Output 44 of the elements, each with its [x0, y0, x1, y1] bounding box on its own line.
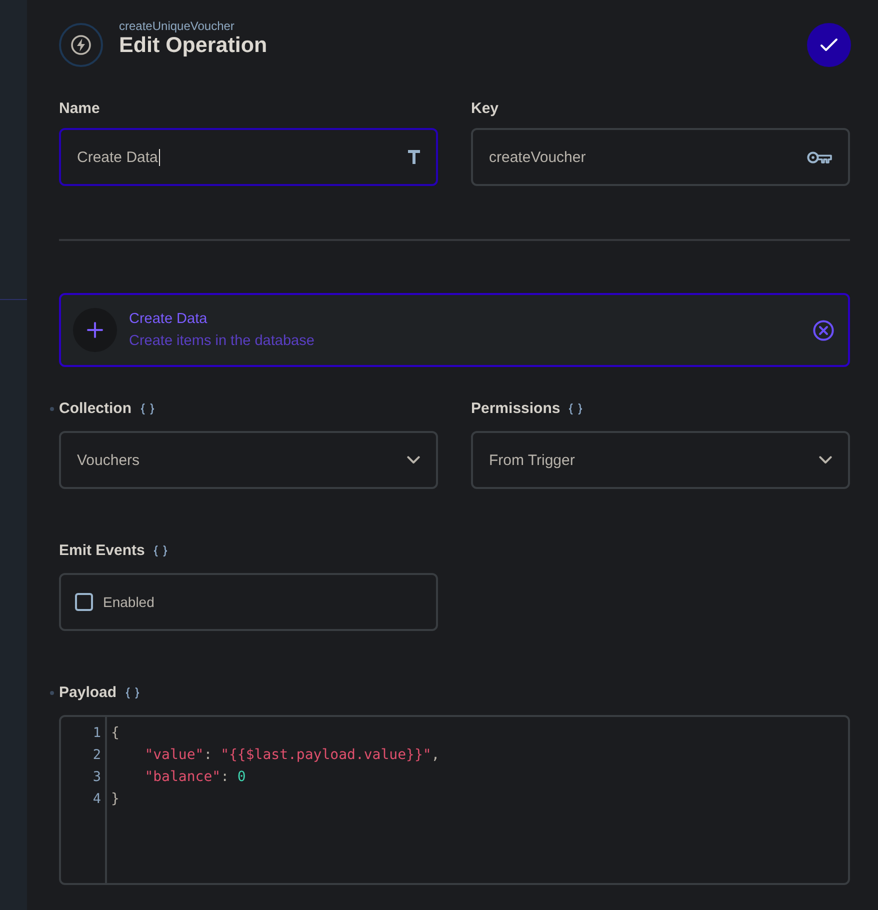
chevron-down-icon: [407, 456, 420, 464]
line-number: 4: [92, 790, 101, 809]
page-title: Edit Operation: [119, 33, 268, 58]
field-label: Key: [471, 99, 499, 119]
field-label: Name: [59, 99, 100, 119]
braces-icon[interactable]: [140, 403, 155, 415]
select-field[interactable]: From Trigger: [471, 431, 850, 489]
text-field[interactable]: createVoucher: [471, 128, 850, 186]
checkbox-field[interactable]: Enabled: [59, 573, 438, 631]
operation-description: Create items in the database: [129, 332, 314, 350]
braces-icon[interactable]: [568, 403, 584, 415]
field-label: Collection: [59, 399, 132, 419]
text-type-icon: [408, 150, 420, 164]
checkbox[interactable]: [75, 593, 93, 611]
field-value: createVoucher: [489, 148, 586, 166]
braces-icon[interactable]: [152, 545, 168, 557]
field-label: Payload: [59, 683, 117, 703]
confirm-button[interactable]: [807, 23, 851, 67]
plus-icon: [73, 308, 117, 352]
code-line: "value": "{{$last.payload.value}}",: [144, 746, 440, 765]
line-number: 3: [92, 768, 101, 787]
line-number: 1: [92, 724, 101, 743]
check-icon: [820, 38, 838, 52]
operation-card[interactable]: Create Data Create items in the database: [59, 293, 850, 367]
field-label: Permissions: [471, 399, 560, 419]
text-field[interactable]: Create Data: [59, 128, 438, 186]
code-editor[interactable]: 1 2 3 4 { "value": "{{$last.payload.value}}", "balance": 0 }: [59, 715, 850, 885]
bolt-icon: [59, 23, 103, 67]
code-line: }: [111, 790, 120, 809]
chevron-down-icon: [819, 456, 832, 464]
code-line: {: [111, 724, 120, 743]
select-value: Vouchers: [77, 452, 140, 468]
close-icon[interactable]: [813, 320, 834, 340]
key-icon: [807, 150, 832, 164]
code-line: "balance": 0: [144, 768, 246, 787]
field-value: Create Data: [77, 148, 160, 166]
select-field[interactable]: Vouchers: [59, 431, 438, 489]
line-number: 2: [92, 746, 101, 765]
operation-title: Create Data: [129, 310, 208, 328]
select-value: From Trigger: [489, 452, 575, 468]
braces-icon[interactable]: [124, 687, 140, 699]
operation-key-subtitle: createUniqueVoucher: [119, 19, 234, 33]
field-label: Emit Events: [59, 541, 145, 561]
checkbox-label: Enabled: [103, 594, 154, 610]
